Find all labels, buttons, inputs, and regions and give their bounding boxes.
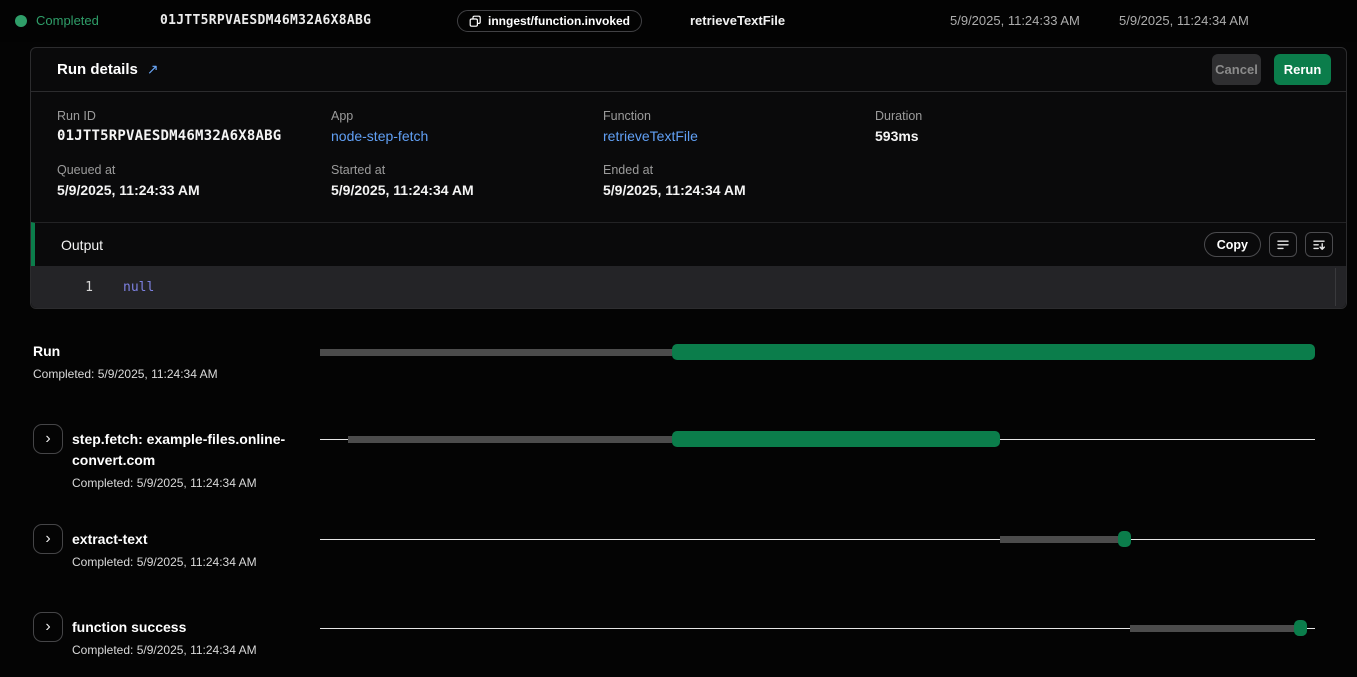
run-id-value: 01JTT5RPVAESDM46M32A6X8ABG [160,13,371,28]
output-title: Output [61,237,103,253]
span-name: Run [33,341,218,362]
panel-title: Run details [57,61,138,78]
panel-header: Run details ↗ Cancel Rerun [31,48,1346,92]
run-details-panel: Run details ↗ Cancel Rerun Run ID 01JTT5… [30,47,1347,309]
field-started-at: Started at 5/9/2025, 11:24:34 AM [331,163,603,198]
open-in-new-icon[interactable]: ↗ [147,61,159,78]
field-queued-at: Queued at 5/9/2025, 11:24:33 AM [57,163,331,198]
copy-output-button[interactable]: Copy [1204,232,1261,257]
span-completed-time: Completed: 5/9/2025, 11:24:34 AM [72,643,257,657]
queued-at-time: 5/9/2025, 11:24:33 AM [950,13,1080,28]
queue-bar [1000,536,1120,543]
field-ended-at: Ended at 5/9/2025, 11:24:34 AM [603,163,875,198]
expand-output-button[interactable] [1305,232,1333,257]
trigger-event-badge[interactable]: inngest/function.invoked [457,10,642,32]
queue-bar [320,349,672,356]
expand-step-button[interactable]: › [33,424,63,454]
span-track[interactable] [320,620,1315,636]
expand-step-button[interactable]: › [33,612,63,642]
field-run-id: Run ID 01JTT5RPVAESDM46M32A6X8ABG [57,109,331,144]
field-duration: Duration 593ms [875,109,1320,144]
output-section-header: Output Copy [31,222,1346,266]
started-at-time: 5/9/2025, 11:24:34 AM [1119,13,1249,28]
app-link[interactable]: node-step-fetch [331,128,603,144]
span-track[interactable] [320,531,1315,547]
span-completed-time: Completed: 5/9/2025, 11:24:34 AM [72,476,294,490]
span-track[interactable] [320,344,1315,360]
span-track[interactable] [320,431,1315,447]
active-bar[interactable] [672,431,999,447]
span-name: function success [72,617,257,638]
span-name: step.fetch: example-files.online-convert… [72,429,294,471]
function-link[interactable]: retrieveTextFile [603,128,875,144]
lines-down-arrow-icon [1312,238,1326,252]
field-function: Function retrieveTextFile [603,109,875,144]
track-baseline [320,539,1315,540]
wrap-text-icon [1276,238,1290,252]
trigger-event-name: inngest/function.invoked [488,14,630,28]
span-completed-time: Completed: 5/9/2025, 11:24:34 AM [33,367,218,381]
active-bar[interactable] [1118,531,1131,547]
run-details-page: Completed 01JTT5RPVAESDM46M32A6X8ABG inn… [0,0,1357,677]
status-label: Completed [36,13,99,28]
output-code-block[interactable]: 1 null [31,266,1346,308]
wrap-text-button[interactable] [1269,232,1297,257]
run-summary-row[interactable]: Completed 01JTT5RPVAESDM46M32A6X8ABG inn… [0,0,1357,42]
expand-step-button[interactable]: › [33,524,63,554]
output-value: null [123,280,154,295]
queue-bar [348,436,672,443]
copy-event-icon [469,15,482,28]
cancel-button[interactable]: Cancel [1212,54,1261,85]
span-name: extract-text [72,529,257,550]
status-dot [15,15,27,27]
code-scrollbar[interactable] [1335,268,1336,306]
active-bar[interactable] [1294,620,1307,636]
field-app: App node-step-fetch [331,109,603,144]
line-number: 1 [31,280,93,295]
rerun-button[interactable]: Rerun [1274,54,1331,85]
queue-bar [1130,625,1295,632]
run-details-grid: Run ID 01JTT5RPVAESDM46M32A6X8ABG App no… [31,92,1346,222]
function-name: retrieveTextFile [690,13,785,28]
span-completed-time: Completed: 5/9/2025, 11:24:34 AM [72,555,257,569]
active-bar[interactable] [672,344,1315,360]
